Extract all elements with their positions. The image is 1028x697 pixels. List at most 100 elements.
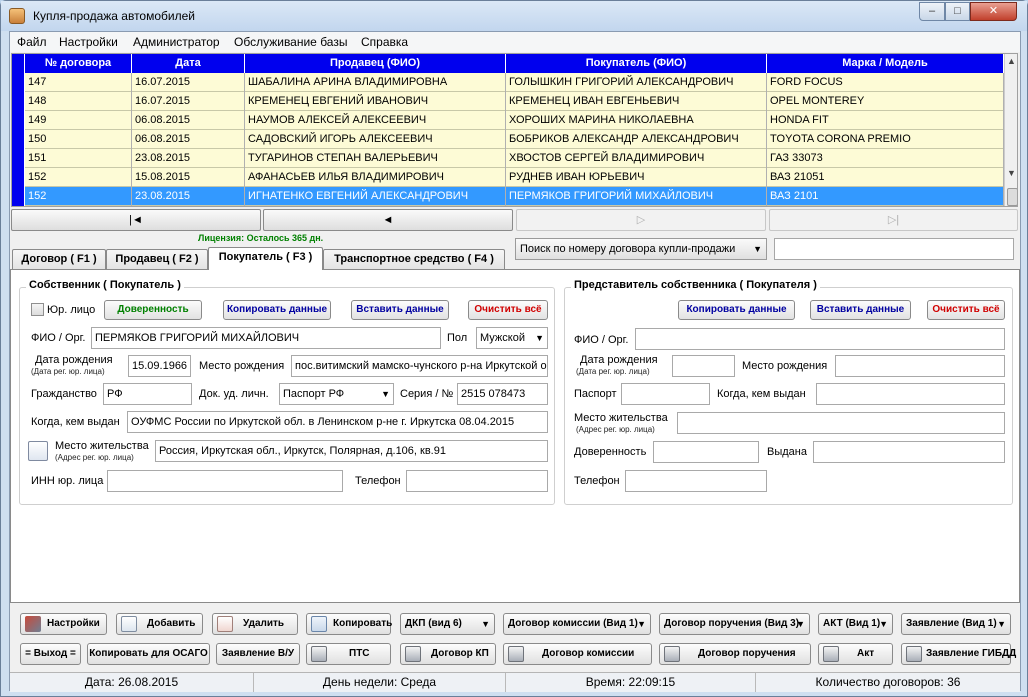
cell-num[interactable]: 149 bbox=[25, 111, 132, 130]
cell-buyer[interactable]: ПЕРМЯКОВ ГРИГОРИЙ МИХАЙЛОВИЧ bbox=[506, 187, 767, 206]
print-pts-button[interactable]: ПТС bbox=[306, 643, 391, 665]
menu-help[interactable]: Справка bbox=[361, 35, 408, 49]
exit-button[interactable]: = Выход = bbox=[20, 643, 81, 665]
cell-num[interactable]: 152 bbox=[25, 168, 132, 187]
table-row[interactable]: 152 15.08.2015 АФАНАСЬЕВ ИЛЬЯ ВЛАДИМИРОВИЧ… bbox=[12, 168, 1004, 187]
power-of-attorney-button[interactable]: Доверенность bbox=[104, 300, 202, 320]
citizenship-field[interactable]: РФ bbox=[103, 383, 192, 405]
menu-settings[interactable]: Настройки bbox=[59, 35, 118, 49]
address-book-icon[interactable] bbox=[28, 441, 48, 461]
table-row[interactable]: 148 16.07.2015 КРЕМЕНЕЦ ЕВГЕНИЙ ИВАНОВИЧ КР… bbox=[12, 92, 1004, 111]
header-buyer[interactable]: Покупатель (ФИО) bbox=[506, 54, 767, 73]
assignment-select[interactable]: Договор поручения (Вид 3) ▼ bbox=[659, 613, 810, 635]
table-row[interactable]: 149 06.08.2015 НАУМОВ АЛЕКСЕЙ АЛЕКСЕЕВИЧ ХО… bbox=[12, 111, 1004, 130]
statement-vu-button[interactable]: Заявление В/У bbox=[216, 643, 300, 665]
cell-seller[interactable]: КРЕМЕНЕЦ ЕВГЕНИЙ ИВАНОВИЧ bbox=[245, 92, 506, 111]
cell-seller[interactable]: САДОВСКИЙ ИГОРЬ АЛЕКСЕЕВИЧ bbox=[245, 130, 506, 149]
row-indicator[interactable] bbox=[12, 111, 25, 130]
id-doc-select[interactable]: Паспорт РФ ▼ bbox=[279, 383, 394, 405]
row-indicator[interactable] bbox=[12, 168, 25, 187]
tab-seller[interactable]: Продавец ( F2 ) bbox=[106, 249, 208, 269]
rep-pob-field[interactable] bbox=[835, 355, 1005, 377]
cell-model[interactable]: TOYOTA CORONA PREMIO bbox=[767, 130, 1004, 149]
phone-field[interactable] bbox=[406, 470, 548, 492]
owner-paste-button[interactable]: Вставить данные bbox=[351, 300, 449, 320]
rep-poa-field[interactable] bbox=[653, 441, 759, 463]
settings-button[interactable]: Настройки bbox=[20, 613, 107, 635]
rep-dob-field[interactable] bbox=[672, 355, 735, 377]
cell-model[interactable]: FORD FOCUS bbox=[767, 73, 1004, 92]
print-act-button[interactable]: Акт bbox=[818, 643, 893, 665]
row-indicator[interactable] bbox=[12, 130, 25, 149]
rep-phone-field[interactable] bbox=[625, 470, 767, 492]
rep-poa-issued-field[interactable] bbox=[813, 441, 1005, 463]
tab-buyer[interactable]: Покупатель ( F3 ) bbox=[208, 247, 323, 270]
cell-num[interactable]: 148 bbox=[25, 92, 132, 111]
print-contract-kp-button[interactable]: Договор КП bbox=[400, 643, 496, 665]
row-indicator[interactable] bbox=[12, 149, 25, 168]
nav-next-button[interactable]: ▷ bbox=[516, 209, 766, 231]
cell-buyer[interactable]: ГОЛЫШКИН ГРИГОРИЙ АЛЕКСАНДРОВИЧ bbox=[506, 73, 767, 92]
delete-button[interactable]: Удалить bbox=[212, 613, 298, 635]
cell-date[interactable]: 15.08.2015 bbox=[132, 168, 245, 187]
rep-paste-button[interactable]: Вставить данные bbox=[810, 300, 911, 320]
rep-issued-field[interactable] bbox=[816, 383, 1005, 405]
scroll-thumb[interactable] bbox=[1007, 188, 1017, 206]
cell-seller[interactable]: ИГНАТЕНКО ЕВГЕНИЙ АЛЕКСАНДРОВИЧ bbox=[245, 187, 506, 206]
scroll-up-icon[interactable]: ▲ bbox=[1007, 56, 1016, 66]
rep-passport-field[interactable] bbox=[621, 383, 710, 405]
cell-buyer[interactable]: РУДНЕВ ИВАН ЮРЬЕВИЧ bbox=[506, 168, 767, 187]
cell-date[interactable]: 23.08.2015 bbox=[132, 149, 245, 168]
scroll-down-icon[interactable]: ▼ bbox=[1007, 168, 1016, 178]
nav-first-button[interactable]: |◄ bbox=[11, 209, 261, 231]
rep-fio-field[interactable] bbox=[635, 328, 1005, 350]
cell-num[interactable]: 151 bbox=[25, 149, 132, 168]
header-date[interactable]: Дата bbox=[132, 54, 245, 73]
series-field[interactable]: 2515 078473 bbox=[457, 383, 548, 405]
dkp-select[interactable]: ДКП (вид 6) ▼ bbox=[400, 613, 495, 635]
table-row[interactable]: 152 23.08.2015 ИГНАТЕНКО ЕВГЕНИЙ АЛЕКСАНДР… bbox=[12, 187, 1004, 206]
row-indicator[interactable] bbox=[12, 187, 25, 206]
cell-date[interactable]: 06.08.2015 bbox=[132, 130, 245, 149]
close-button[interactable]: ✕ bbox=[970, 2, 1017, 21]
menu-db-maintenance[interactable]: Обслуживание базы bbox=[234, 35, 347, 49]
commission-select[interactable]: Договор комиссии (Вид 1) ▼ bbox=[503, 613, 651, 635]
nav-prev-button[interactable]: ◄ bbox=[263, 209, 513, 231]
inn-field[interactable] bbox=[107, 470, 343, 492]
cell-model[interactable]: ВАЗ 21051 bbox=[767, 168, 1004, 187]
header-contract-number[interactable]: № договора bbox=[25, 54, 132, 73]
issued-field[interactable]: ОУФМС России по Иркутской обл. в Ленинск… bbox=[127, 411, 548, 433]
statement-select[interactable]: Заявление (Вид 1) ▼ bbox=[901, 613, 1011, 635]
cell-num[interactable]: 152 bbox=[25, 187, 132, 206]
fio-field[interactable]: ПЕРМЯКОВ ГРИГОРИЙ МИХАЙЛОВИЧ bbox=[91, 327, 441, 349]
table-row[interactable]: 151 23.08.2015 ТУГАРИНОВ СТЕПАН ВАЛЕРЬЕВИЧ… bbox=[12, 149, 1004, 168]
cell-date[interactable]: 23.08.2015 bbox=[132, 187, 245, 206]
copy-osago-button[interactable]: Копировать для ОСАГО bbox=[87, 643, 210, 665]
row-indicator[interactable] bbox=[12, 92, 25, 111]
cell-model[interactable]: ВАЗ 2101 bbox=[767, 187, 1004, 206]
copy-button[interactable]: Копировать bbox=[306, 613, 392, 635]
print-commission-button[interactable]: Договор комиссии bbox=[503, 643, 652, 665]
header-model[interactable]: Марка / Модель bbox=[767, 54, 1004, 73]
cell-model[interactable]: OPEL MONTEREY bbox=[767, 92, 1004, 111]
owner-clear-button[interactable]: Очистить всё bbox=[468, 300, 548, 320]
maximize-button[interactable]: □ bbox=[945, 2, 970, 21]
cell-buyer[interactable]: БОБРИКОВ АЛЕКСАНДР АЛЕКСАНДРОВИЧ bbox=[506, 130, 767, 149]
sex-select[interactable]: Мужской ▼ bbox=[476, 327, 548, 349]
legal-entity-checkbox[interactable] bbox=[31, 303, 44, 316]
grid-scrollbar[interactable]: ▲ ▼ bbox=[1004, 54, 1017, 206]
cell-buyer[interactable]: КРЕМЕНЕЦ ИВАН ЕВГЕНЬЕВИЧ bbox=[506, 92, 767, 111]
cell-seller[interactable]: ТУГАРИНОВ СТЕПАН ВАЛЕРЬЕВИЧ bbox=[245, 149, 506, 168]
header-seller[interactable]: Продавец (ФИО) bbox=[245, 54, 506, 73]
cell-buyer[interactable]: ХВОСТОВ СЕРГЕЙ ВЛАДИМИРОВИЧ bbox=[506, 149, 767, 168]
table-row[interactable]: 150 06.08.2015 САДОВСКИЙ ИГОРЬ АЛЕКСЕЕВИЧ Б… bbox=[12, 130, 1004, 149]
cell-seller[interactable]: ШАБАЛИНА АРИНА ВЛАДИМИРОВНА bbox=[245, 73, 506, 92]
cell-num[interactable]: 147 bbox=[25, 73, 132, 92]
table-row[interactable]: 147 16.07.2015 ШАБАЛИНА АРИНА ВЛАДИМИРОВНА… bbox=[12, 73, 1004, 92]
menu-file[interactable]: Файл bbox=[17, 35, 47, 49]
tab-contract[interactable]: Договор ( F1 ) bbox=[12, 249, 106, 269]
row-indicator[interactable] bbox=[12, 73, 25, 92]
pob-field[interactable]: пос.витимский мамско-чунского р-на Иркут… bbox=[291, 355, 548, 377]
rep-clear-button[interactable]: Очистить всё bbox=[927, 300, 1005, 320]
nav-last-button[interactable]: ▷| bbox=[769, 209, 1018, 231]
